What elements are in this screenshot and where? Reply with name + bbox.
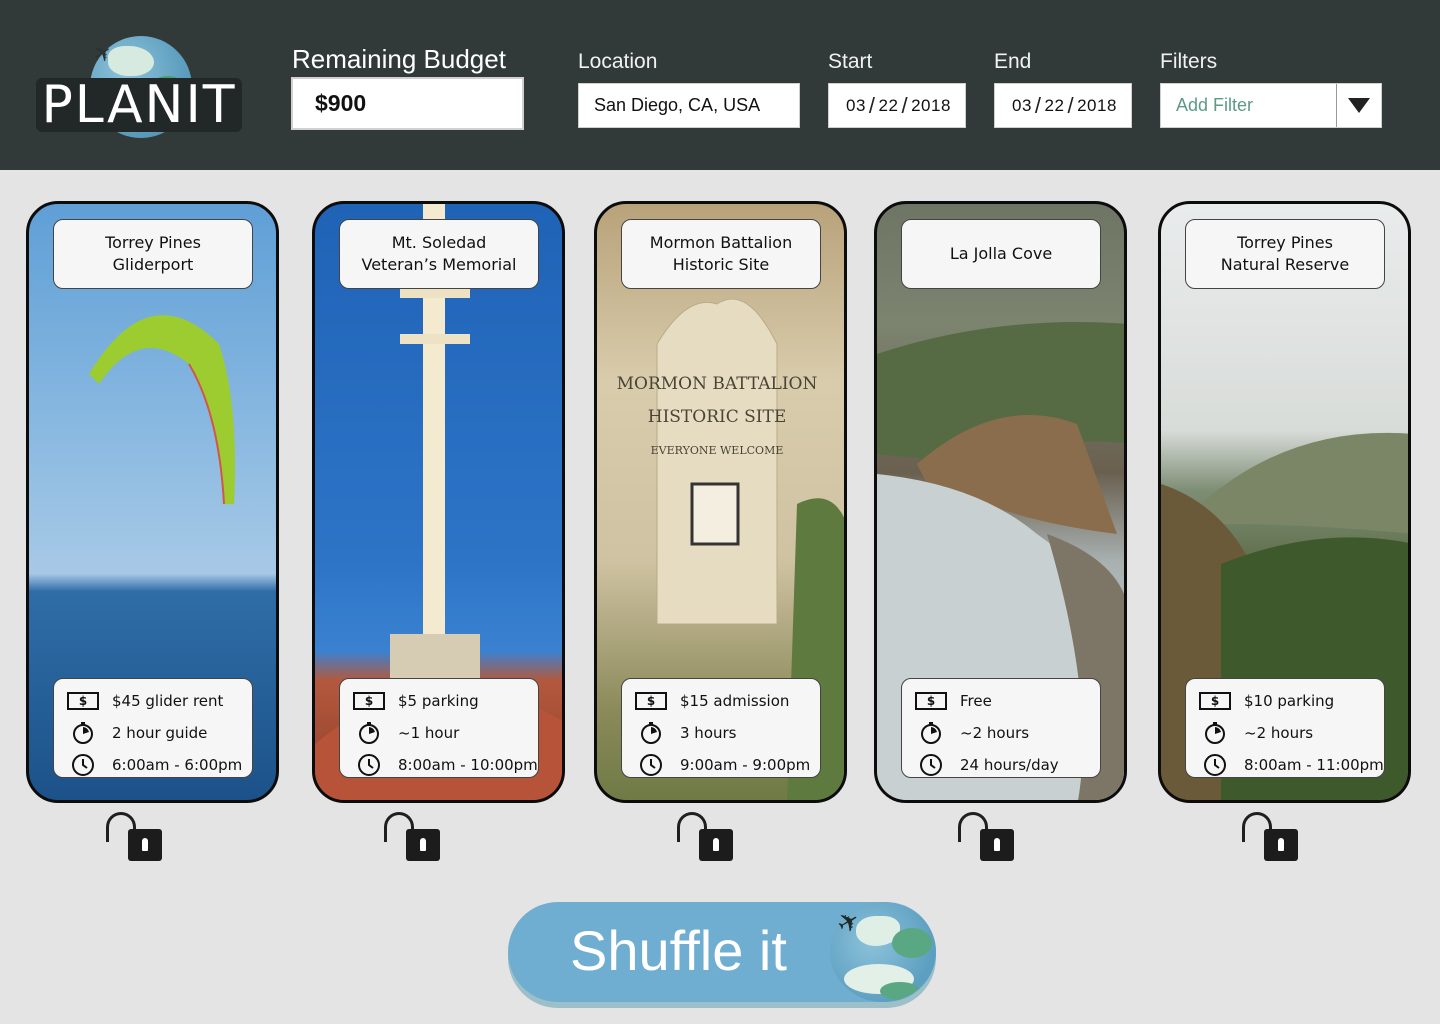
stopwatch-icon xyxy=(634,721,668,745)
start-year: 2018 xyxy=(911,95,951,115)
activity-card[interactable]: MORMON BATTALION HISTORIC SITE EVERYONE … xyxy=(594,201,847,803)
chevron-down-icon xyxy=(1348,98,1370,113)
activity-card[interactable]: La Jolla Cove $ Free ~2 hours 24 hours/da… xyxy=(874,201,1127,803)
budget-value: $900 xyxy=(315,90,367,116)
card-duration: ~2 hours xyxy=(960,724,1030,742)
shuffle-label: Shuffle it xyxy=(570,919,787,982)
card-cost: $15 admission xyxy=(680,692,790,710)
card-info: $ $45 glider rent 2 hour guide 6:00am - 6… xyxy=(53,678,253,778)
stopwatch-icon xyxy=(914,721,948,745)
clock-icon xyxy=(914,753,948,777)
card-info: $ $15 admission 3 hours 9:00am - 9:00pm xyxy=(621,678,821,778)
card-duration: 3 hours xyxy=(680,724,737,742)
location-label: Location xyxy=(578,50,658,73)
money-icon: $ xyxy=(353,692,385,710)
unlocked-padlock-icon[interactable] xyxy=(384,812,444,862)
card-cost: $5 parking xyxy=(398,692,479,710)
card-cost: $45 glider rent xyxy=(112,692,224,710)
card-info: $ $10 parking ~2 hours 8:00am - 11:00pm xyxy=(1185,678,1385,778)
activity-card[interactable]: Torrey Pines Natural Reserve $ $10 parkin… xyxy=(1158,201,1411,803)
start-month: 03 xyxy=(846,95,866,115)
end-year: 2018 xyxy=(1077,95,1117,115)
card-info: $ $5 parking ~1 hour 8:00am - 10:00pm xyxy=(339,678,539,778)
card-title: La Jolla Cove xyxy=(901,219,1101,289)
start-date-input[interactable]: 03/ 22/ 2018 xyxy=(828,83,966,128)
money-icon: $ xyxy=(915,692,947,710)
card-title: Mormon Battalion Historic Site xyxy=(621,219,821,289)
card-duration: ~2 hours xyxy=(1244,724,1314,742)
planit-logo[interactable]: ✈ PLANIT xyxy=(36,36,246,140)
dropdown-button[interactable] xyxy=(1336,84,1381,127)
filter-placeholder: Add Filter xyxy=(1176,95,1254,115)
start-label: Start xyxy=(828,50,873,73)
clock-icon xyxy=(634,753,668,777)
end-date-input[interactable]: 03/ 22/ 2018 xyxy=(994,83,1132,128)
budget-label: Remaining Budget xyxy=(292,44,506,74)
card-info: $ Free ~2 hours 24 hours/day xyxy=(901,678,1101,778)
location-value: San Diego, CA, USA xyxy=(594,95,761,115)
unlocked-padlock-icon[interactable] xyxy=(106,812,166,862)
unlocked-padlock-icon[interactable] xyxy=(1242,812,1302,862)
budget-field[interactable]: $900 xyxy=(291,77,524,130)
clock-icon xyxy=(1198,753,1232,777)
unlocked-padlock-icon[interactable] xyxy=(958,812,1018,862)
stopwatch-icon xyxy=(352,721,386,745)
card-hours: 8:00am - 11:00pm xyxy=(1244,756,1384,774)
card-title: Torrey Pines Gliderport xyxy=(53,219,253,289)
logo-text: PLANIT xyxy=(41,75,237,135)
stopwatch-icon xyxy=(66,721,100,745)
stopwatch-icon xyxy=(1198,721,1232,745)
svg-text:HISTORIC SITE: HISTORIC SITE xyxy=(648,407,787,427)
filter-select[interactable]: Add Filter xyxy=(1160,83,1382,128)
card-hours: 6:00am - 6:00pm xyxy=(112,756,243,774)
svg-text:MORMON BATTALION: MORMON BATTALION xyxy=(617,374,818,394)
end-month: 03 xyxy=(1012,95,1032,115)
card-hours: 24 hours/day xyxy=(960,756,1059,774)
clock-icon xyxy=(66,753,100,777)
card-hours: 8:00am - 10:00pm xyxy=(398,756,538,774)
card-duration: 2 hour guide xyxy=(112,724,208,742)
money-icon: $ xyxy=(1199,692,1231,710)
card-hours: 9:00am - 9:00pm xyxy=(680,756,811,774)
shuffle-button[interactable]: Shuffle it ✈ xyxy=(508,902,936,1002)
card-title: Mt. Soledad Veteran’s Memorial xyxy=(339,219,539,289)
top-bar: ✈ PLANIT Remaining Budget $900 Location … xyxy=(0,0,1440,170)
clock-icon xyxy=(352,753,386,777)
money-icon: $ xyxy=(635,692,667,710)
svg-text:EVERYONE WELCOME: EVERYONE WELCOME xyxy=(651,444,784,457)
card-title: Torrey Pines Natural Reserve xyxy=(1185,219,1385,289)
start-day: 22 xyxy=(878,95,899,115)
unlocked-padlock-icon[interactable] xyxy=(677,812,737,862)
location-input[interactable]: San Diego, CA, USA xyxy=(578,83,800,128)
filters-label: Filters xyxy=(1160,50,1218,73)
end-day: 22 xyxy=(1044,95,1065,115)
card-cost: $10 parking xyxy=(1244,692,1335,710)
activity-card[interactable]: Mt. Soledad Veteran’s Memorial $ $5 parki… xyxy=(312,201,565,803)
activity-card[interactable]: Torrey Pines Gliderport $ $45 glider rent… xyxy=(26,201,279,803)
card-duration: ~1 hour xyxy=(398,724,460,742)
card-cost: Free xyxy=(960,692,992,710)
end-label: End xyxy=(994,50,1032,73)
money-icon: $ xyxy=(67,692,99,710)
